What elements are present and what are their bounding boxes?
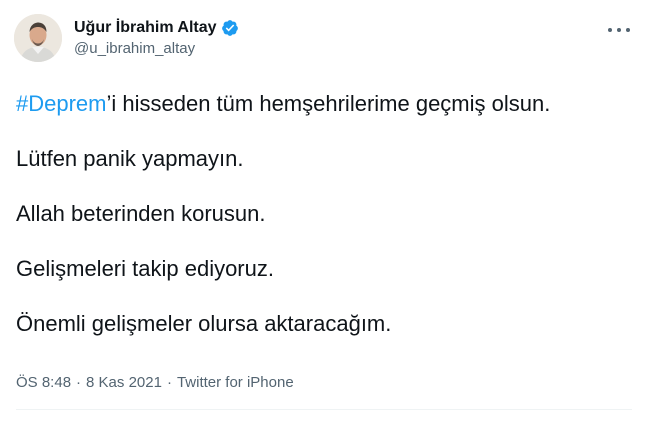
tweet-line-1: #Deprem’i hisseden tüm hemşehrilerime ge…: [16, 90, 630, 118]
tweet-meta: ÖS 8:48 · 8 Kas 2021 · Twitter for iPhone: [16, 374, 294, 391]
tweet-line-4: Gelişmeleri takip ediyoruz.: [16, 256, 274, 281]
more-dot: [617, 28, 621, 32]
tweet-card: Uğur İbrahim Altay @u_ibrahim_altay #Dep…: [0, 0, 650, 422]
tweet-date[interactable]: 8 Kas 2021: [86, 374, 162, 391]
verified-badge-icon: [221, 19, 239, 37]
tweet-line-3: Allah beterinden korusun.: [16, 201, 266, 226]
display-name[interactable]: Uğur İbrahim Altay: [74, 19, 217, 37]
tweet-header: Uğur İbrahim Altay @u_ibrahim_altay: [14, 14, 636, 72]
more-options-icon[interactable]: [608, 24, 630, 36]
tweet-line-5: Önemli gelişmeler olursa aktaracağım.: [16, 311, 392, 336]
tweet-text: #Deprem’i hisseden tüm hemşehrilerime ge…: [16, 90, 630, 365]
meta-separator: ·: [76, 374, 82, 391]
tweet-line-2: Lütfen panik yapmayın.: [16, 146, 244, 171]
avatar-image: [14, 14, 62, 62]
tweet-line-1-text: ’i hisseden tüm hemşehrilerime geçmiş ol…: [106, 91, 551, 116]
user-info: Uğur İbrahim Altay @u_ibrahim_altay: [74, 19, 239, 57]
more-dot: [626, 28, 630, 32]
hashtag-link[interactable]: #Deprem: [16, 91, 106, 116]
divider: [16, 409, 632, 410]
tweet-time[interactable]: ÖS 8:48: [16, 374, 71, 391]
name-row: Uğur İbrahim Altay: [74, 19, 239, 37]
tweet-source[interactable]: Twitter for iPhone: [177, 374, 294, 391]
avatar[interactable]: [14, 14, 62, 62]
meta-separator: ·: [166, 374, 172, 391]
more-dot: [608, 28, 612, 32]
user-handle[interactable]: @u_ibrahim_altay: [74, 40, 239, 57]
